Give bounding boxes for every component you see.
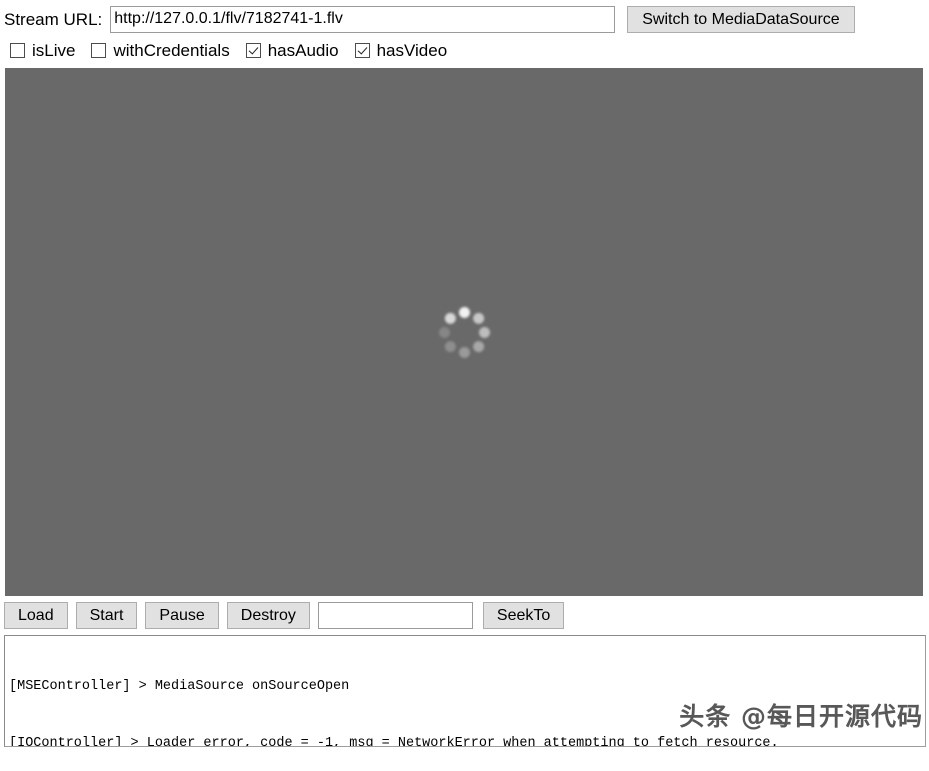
spinner-dot [438, 326, 450, 338]
withcredentials-checkbox[interactable] [91, 42, 107, 58]
log-line: [MSEController] > MediaSource onSourceOp… [9, 679, 350, 694]
spinner-dot [472, 340, 484, 352]
spinner-dot [472, 312, 484, 324]
spinner-dot [444, 340, 456, 352]
checkbox-item-islive[interactable]: isLive [10, 42, 75, 59]
player-controls-row: Load Start Pause Destroy SeekTo [0, 596, 929, 630]
destroy-button[interactable]: Destroy [226, 602, 310, 629]
load-button[interactable]: Load [4, 602, 68, 629]
log-line: [IOController] > Loader error, code = -1… [9, 736, 779, 747]
seek-input[interactable] [317, 602, 473, 629]
spinner-dot [458, 346, 470, 358]
spinner-dot [458, 306, 470, 318]
loading-spinner-icon [436, 304, 492, 360]
stream-options-row: isLive withCredentials hasAudio hasVideo [0, 32, 929, 62]
checkbox-item-hasaudio[interactable]: hasAudio [245, 40, 339, 60]
start-button[interactable]: Start [75, 602, 138, 629]
checkbox-item-withcredentials[interactable]: withCredentials [91, 40, 230, 60]
log-output-panel[interactable]: [MSEController] > MediaSource onSourceOp… [4, 635, 926, 747]
withcredentials-label: withCredentials [113, 40, 230, 60]
stream-url-label: Stream URL: [4, 9, 103, 29]
spinner-dot [444, 312, 456, 324]
pause-button[interactable]: Pause [145, 602, 219, 629]
checkbox-item-hasvideo[interactable]: hasVideo [354, 40, 448, 60]
hasvideo-checkbox[interactable] [354, 42, 370, 58]
seekto-button[interactable]: SeekTo [482, 602, 565, 629]
hasvideo-label: hasVideo [376, 40, 448, 60]
islive-label: isLive [32, 40, 76, 60]
hasaudio-label: hasAudio [267, 40, 339, 60]
video-player-area[interactable] [5, 68, 923, 596]
switch-to-mediadatasource-button[interactable]: Switch to MediaDataSource [627, 5, 855, 33]
islive-checkbox[interactable] [10, 42, 25, 58]
hasaudio-checkbox[interactable] [245, 42, 261, 58]
spinner-dot [478, 326, 490, 338]
stream-url-input[interactable] [110, 5, 616, 33]
stream-url-row: Stream URL: Switch to MediaDataSource [0, 0, 929, 33]
